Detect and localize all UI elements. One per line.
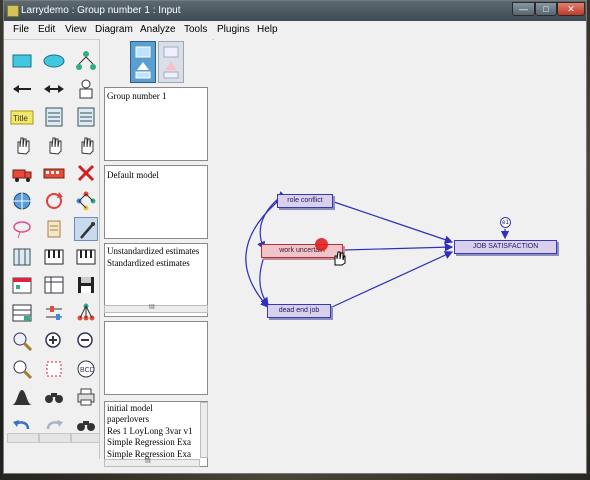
files-list[interactable]: initial model paperlovers Res 1 LoyLong … — [104, 401, 208, 467]
groups-list[interactable]: Group number 1 — [104, 87, 208, 161]
truck-icon[interactable] — [10, 161, 34, 185]
bell-curve-icon[interactable] — [10, 385, 34, 409]
covariance-arrow[interactable] — [257, 191, 287, 251]
printer-icon[interactable] — [74, 385, 98, 409]
path-arrow[interactable] — [343, 243, 454, 252]
toolbox-scrollbar-1[interactable] — [7, 433, 39, 443]
dependent-variable[interactable]: JOB SATISFACTION — [454, 240, 557, 254]
move-icon[interactable] — [10, 189, 34, 213]
piano-icon[interactable] — [42, 245, 66, 269]
hand-icon[interactable] — [42, 133, 66, 157]
list-icon[interactable] — [42, 105, 66, 129]
person-icon[interactable] — [74, 77, 98, 101]
toolbox-column-3: BCD — [70, 43, 102, 443]
grid-icon[interactable] — [10, 245, 34, 269]
files-vscrollbar[interactable] — [200, 402, 208, 458]
file-item[interactable]: paperlovers — [107, 414, 149, 424]
input-diagram-icon — [135, 46, 151, 79]
observed-variable-selected[interactable]: work uncertain — [261, 244, 343, 258]
estimates-hscrollbar[interactable]: III — [104, 304, 208, 313]
menu-plugins[interactable]: Plugins — [217, 24, 250, 35]
hand-icon[interactable] — [74, 133, 98, 157]
svg-text:Title: Title — [13, 114, 28, 123]
observed-variable[interactable]: dead end job — [267, 304, 331, 318]
svg-text:BCD: BCD — [80, 367, 95, 374]
menu-diagram[interactable]: Diagram — [95, 24, 133, 35]
binoculars-icon[interactable] — [42, 385, 66, 409]
brush-icon[interactable] — [74, 217, 98, 241]
view-output-diagram-button[interactable] — [158, 41, 184, 83]
lasso-icon[interactable] — [10, 217, 34, 241]
maximize-button[interactable]: □ — [535, 2, 557, 16]
magnify-icon[interactable] — [10, 357, 34, 381]
cursor-highlight — [315, 238, 328, 251]
hand-cursor-icon — [334, 251, 346, 266]
diagram-canvas[interactable]: role conflict work uncertain dead end jo… — [214, 39, 586, 471]
title-bar[interactable]: Larrydemo : Group number 1 : Input — □ ✕ — [4, 1, 586, 21]
file-item[interactable]: Simple Regression Exa — [107, 437, 191, 447]
ellipse-icon[interactable] — [42, 49, 66, 73]
observed-variable[interactable]: role conflict — [277, 194, 333, 208]
zoom-in-icon[interactable] — [42, 329, 66, 353]
toolbox-column-1: Title — [6, 43, 38, 443]
hand-icon[interactable] — [10, 133, 34, 157]
zoom-icon[interactable] — [10, 329, 34, 353]
rotate-icon[interactable] — [42, 189, 66, 213]
fit-page-icon[interactable]: BCD — [74, 357, 98, 381]
menu-view[interactable]: View — [65, 24, 87, 35]
window-title: Larrydemo : Group number 1 : Input — [21, 5, 181, 16]
scroll-grip: III — [149, 304, 155, 311]
models-list[interactable]: Default model — [104, 165, 208, 239]
app-icon — [7, 5, 19, 17]
sliders-icon[interactable] — [42, 301, 66, 325]
close-button[interactable]: ✕ — [557, 2, 585, 16]
output-diagram-icon — [163, 46, 179, 79]
indicator-icon[interactable] — [74, 49, 98, 73]
toolbox-column-2 — [38, 43, 70, 443]
path-arrow[interactable] — [331, 251, 454, 308]
blank-panel — [104, 321, 208, 395]
menu-bar: File Edit View Diagram Analyze Tools Plu… — [4, 21, 586, 40]
bus-icon[interactable] — [42, 161, 66, 185]
menu-help[interactable]: Help — [257, 24, 278, 35]
scroll-grip: III — [145, 458, 151, 465]
rectangle-icon[interactable] — [10, 49, 34, 73]
scroll-icon[interactable] — [42, 217, 66, 241]
minimize-button[interactable]: — — [512, 2, 535, 16]
menu-edit[interactable]: Edit — [38, 24, 55, 35]
menu-tools[interactable]: Tools — [184, 24, 207, 35]
files-hscrollbar[interactable]: III — [104, 458, 200, 467]
zoom-out-icon[interactable] — [74, 329, 98, 353]
piano-icon[interactable] — [74, 245, 98, 269]
tree-icon[interactable] — [74, 189, 98, 213]
double-arrow-icon[interactable] — [42, 77, 66, 101]
file-item[interactable]: Res 1 LoyLong 3var v1 — [107, 426, 193, 436]
arrow-left-icon[interactable] — [10, 77, 34, 101]
unstandardized-estimates-item[interactable]: Unstandardized estimates — [107, 246, 199, 256]
delete-icon[interactable] — [74, 161, 98, 185]
toolbox-scrollbar-2[interactable] — [39, 433, 71, 443]
error-term[interactable]: e1 — [500, 217, 511, 228]
path-arrow[interactable] — [333, 201, 454, 244]
list-icon[interactable] — [74, 105, 98, 129]
view-path-diagram-button[interactable] — [130, 41, 156, 83]
table-icon[interactable] — [42, 273, 66, 297]
model-item[interactable]: Default model — [107, 170, 159, 180]
side-panel: Group number 1 Default model Unstandardi… — [100, 39, 212, 471]
fit-page-icon[interactable] — [42, 357, 66, 381]
menu-analyze[interactable]: Analyze — [140, 24, 176, 35]
save-icon[interactable] — [74, 273, 98, 297]
title-icon[interactable]: Title — [10, 105, 34, 129]
table-icon[interactable] — [10, 301, 34, 325]
group-item[interactable]: Group number 1 — [107, 91, 167, 101]
standardized-estimates-item[interactable]: Standardized estimates — [107, 258, 190, 268]
menu-file[interactable]: File — [13, 24, 29, 35]
file-item[interactable]: initial model — [107, 403, 153, 413]
calendar-icon[interactable] — [10, 273, 34, 297]
app-window: Larrydemo : Group number 1 : Input — □ ✕… — [3, 0, 587, 474]
tree-icon[interactable] — [74, 301, 98, 325]
